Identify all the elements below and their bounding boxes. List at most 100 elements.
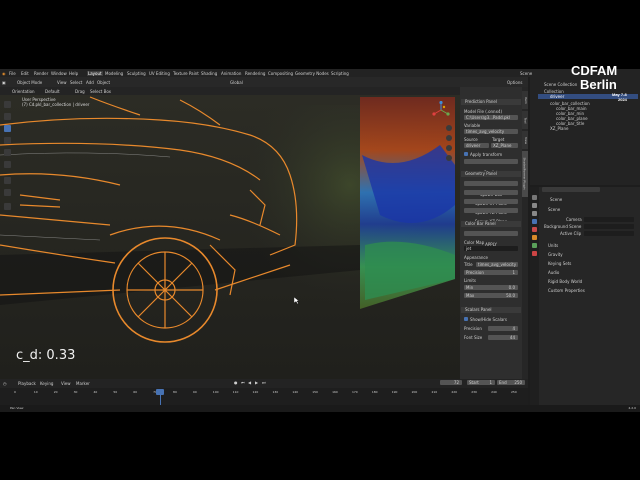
scene-selector[interactable]: Scene	[520, 71, 532, 76]
spawn-xy-plane-button[interactable]: Spawn XY Plane	[464, 190, 518, 206]
font-size-field[interactable]: 44	[488, 335, 518, 340]
play-icon[interactable]: ▶	[255, 380, 258, 385]
tab-texture-paint[interactable]: Texture Paint	[173, 71, 199, 76]
jump-end-icon[interactable]: ⏭	[262, 380, 266, 385]
navigation-gizmo[interactable]	[432, 100, 450, 119]
apply-button[interactable]: APPLY	[464, 231, 518, 247]
menu-render[interactable]: Render	[34, 71, 48, 76]
tab-uv-editing[interactable]: UV Editing	[149, 71, 170, 76]
prediction-panel-header[interactable]: Prediction Panel	[461, 99, 521, 105]
geometry-panel-header[interactable]: Geometry Panel	[461, 171, 521, 177]
record-icon[interactable]: ●	[234, 380, 238, 385]
section-custom-properties[interactable]: Custom Properties	[548, 288, 585, 293]
transform-tool-icon[interactable]	[4, 161, 11, 168]
section-gravity[interactable]: Gravity	[548, 252, 563, 257]
menu-object[interactable]: Object	[97, 80, 110, 85]
pan-hand-icon[interactable]	[446, 135, 452, 141]
move-tool-icon[interactable]	[4, 125, 11, 132]
annotate-tool-icon[interactable]	[4, 177, 11, 184]
menu-help[interactable]: Help	[69, 71, 78, 76]
select-tool-icon[interactable]	[4, 101, 11, 108]
scene-props-icon[interactable]	[532, 219, 537, 224]
menu-add[interactable]: Add	[86, 80, 94, 85]
menu-select[interactable]: Select	[70, 80, 82, 85]
tab-modeling[interactable]: Modeling	[105, 71, 123, 76]
precision-field[interactable]: Precision 1	[464, 270, 518, 275]
start-frame-field[interactable]: Start 1	[467, 380, 495, 385]
colormap-dropdown[interactable]: jet	[464, 246, 518, 251]
material-props-icon[interactable]	[532, 251, 537, 256]
tab-geometry-nodes[interactable]: Geometry Nodes	[295, 71, 329, 76]
timeline-editor-icon[interactable]: ◷	[3, 381, 7, 386]
modifier-props-icon[interactable]	[532, 243, 537, 248]
rotate-tool-icon[interactable]	[4, 137, 11, 144]
current-frame-field[interactable]: 72	[440, 380, 462, 385]
scale-tool-icon[interactable]	[4, 149, 11, 156]
mode-dropdown[interactable]: Object Mode	[17, 80, 42, 85]
spawn-yz-plane-button[interactable]: Spawn YZ Plane	[464, 199, 518, 215]
tab-item[interactable]: Item	[522, 91, 528, 109]
source-field[interactable]: driveer	[464, 143, 489, 148]
max-field[interactable]: Max 50.0	[464, 293, 518, 298]
play-reverse-icon[interactable]: ◀	[248, 380, 251, 385]
orientation-default[interactable]: Default	[45, 89, 60, 94]
jump-start-icon[interactable]: ⏮	[241, 380, 245, 385]
playback-menu[interactable]: Playback	[18, 381, 36, 386]
outliner-row[interactable]: XZ_Plane	[538, 126, 638, 131]
model-file-field[interactable]: C:\Users\g3...Padd.pkl	[464, 115, 518, 120]
add-cube-tool-icon[interactable]	[4, 203, 11, 210]
tool-props-icon[interactable]	[532, 195, 537, 200]
min-field[interactable]: Min 0.0	[464, 285, 518, 290]
camera-field[interactable]	[584, 217, 634, 222]
tab-shading[interactable]: Shading	[201, 71, 217, 76]
tab-animation[interactable]: Animation	[221, 71, 241, 76]
variable-dropdown[interactable]: times_avg_velocity	[464, 129, 518, 134]
timeline-track[interactable]: 0102030405060708090100110120130140150160…	[0, 388, 528, 405]
show-hide-scalars-checkbox[interactable]	[464, 317, 468, 321]
active-clip-field[interactable]	[584, 231, 634, 236]
tab-plugin[interactable]: ShadedFormer Plugin	[522, 151, 528, 197]
view-menu[interactable]: View	[61, 381, 71, 386]
marker-menu[interactable]: Marker	[76, 381, 90, 386]
keying-menu[interactable]: Keying	[40, 381, 53, 386]
spawn-xz-plane-button[interactable]: Spawn XZ Plane	[464, 208, 518, 224]
end-frame-field[interactable]: End 250	[497, 380, 525, 385]
colorbar-panel-header[interactable]: Color Bar Panel	[461, 221, 521, 227]
scalars-panel-header[interactable]: Scalars Panel	[461, 307, 521, 313]
section-audio[interactable]: Audio	[548, 270, 559, 275]
apply-transform-checkbox[interactable]	[464, 152, 468, 156]
options-dropdown[interactable]: Options	[507, 80, 522, 85]
world-props-icon[interactable]	[532, 227, 537, 232]
blender-logo-icon[interactable]: ◉	[2, 71, 6, 76]
camera-view-icon[interactable]	[446, 145, 452, 151]
tab-sculpting[interactable]: Sculpting	[127, 71, 146, 76]
section-rigid-body-world[interactable]: Rigid Body World	[548, 279, 582, 284]
section-units[interactable]: Units	[548, 243, 558, 248]
drag-select-box[interactable]: Select Box	[90, 89, 111, 94]
tab-view[interactable]: View	[522, 131, 528, 149]
tab-layout[interactable]: Layout	[87, 71, 103, 76]
section-keying-sets[interactable]: Keying Sets	[548, 261, 571, 266]
render-props-icon[interactable]	[532, 203, 537, 208]
measure-tool-icon[interactable]	[4, 189, 11, 196]
tab-tool[interactable]: Tool	[522, 111, 528, 129]
3d-viewport[interactable]: User Perspective (7) Cd.pkl_bar_collecti…	[0, 95, 460, 379]
target-field[interactable]: XZ_Plane	[491, 143, 518, 148]
menu-file[interactable]: File	[9, 71, 16, 76]
tab-rendering[interactable]: Rendering	[245, 71, 265, 76]
properties-search[interactable]	[542, 187, 600, 192]
bg-scene-field[interactable]	[584, 224, 634, 229]
perspective-grid-icon[interactable]	[446, 155, 452, 161]
spawn-box-button[interactable]: Spawn Box	[464, 181, 518, 197]
tab-scripting[interactable]: Scripting	[331, 71, 349, 76]
orientation-global[interactable]: Global	[230, 80, 243, 85]
editor-type-icon[interactable]: ▣	[2, 80, 6, 85]
tab-compositing[interactable]: Compositing	[268, 71, 293, 76]
cursor-tool-icon[interactable]	[4, 113, 11, 120]
title-field[interactable]: times_avg_velocity	[476, 262, 518, 267]
menu-view[interactable]: View	[57, 80, 67, 85]
scalars-precision-field[interactable]: 4	[488, 326, 518, 331]
menu-edit[interactable]: Edit	[21, 71, 29, 76]
menu-window[interactable]: Window	[51, 71, 67, 76]
output-props-icon[interactable]	[532, 211, 537, 216]
